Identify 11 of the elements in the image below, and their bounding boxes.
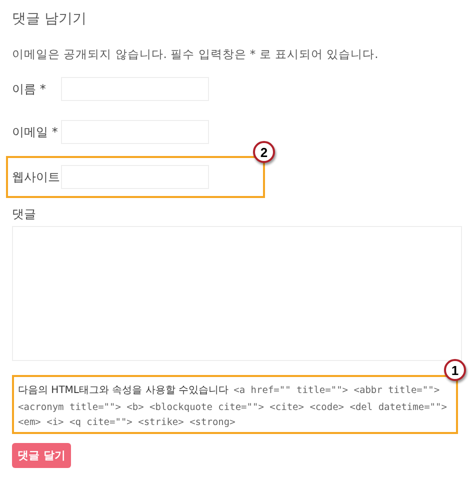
field-label: 웹사이트 xyxy=(12,168,61,186)
form-title: 댓글 남기기 xyxy=(12,10,88,28)
allowed-tags-text: 다음의 HTML태그와 속성을 사용할 수있습니다 <a href="" title=""> <abbr title=""> <acronym title=""> <b> <blockquote cite=""> <cite> <code> <del datetime=""> <em> <i> <q cite=""> <strike> <strong> xyxy=(18,384,448,428)
field-label: 이름 * xyxy=(12,80,47,98)
submit-comment-button[interactable]: 댓글 달기 xyxy=(12,443,71,468)
required-notice: 이메일은 공개되지 않습니다. 필수 입력창은 * 로 표시되어 있습니다. xyxy=(12,47,380,62)
comment-label: 댓글 xyxy=(12,206,37,223)
field-label: 이메일 * xyxy=(12,124,59,140)
callout-number-badge: 2 xyxy=(253,141,275,163)
comment-textarea[interactable] xyxy=(12,226,462,361)
callout-number-badge: 1 xyxy=(444,359,466,381)
